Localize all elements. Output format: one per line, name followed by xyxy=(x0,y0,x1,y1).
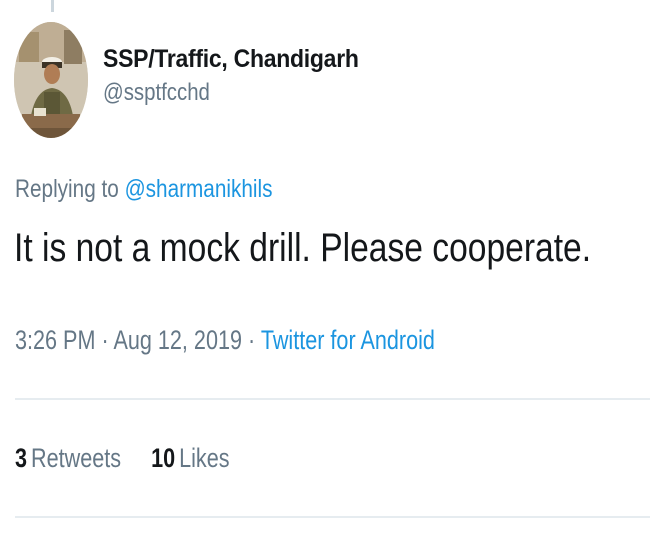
tweet-meta: 3:26 PM · Aug 12, 2019 · Twitter for And… xyxy=(15,322,435,358)
thread-connector-line xyxy=(51,0,54,12)
likes-label: Likes xyxy=(179,443,230,473)
avatar[interactable] xyxy=(14,22,88,138)
meta-separator: · xyxy=(248,325,256,355)
likes-stat[interactable]: 10 Likes xyxy=(151,440,229,476)
retweets-count: 3 xyxy=(15,443,28,473)
tweet-date[interactable]: Aug 12, 2019 xyxy=(113,325,242,355)
replying-to-label: Replying to xyxy=(15,175,119,203)
divider xyxy=(15,398,650,400)
meta-separator: · xyxy=(101,325,109,355)
retweets-label: Retweets xyxy=(31,443,122,473)
tweet-stats: 3 Retweets 10 Likes xyxy=(15,440,254,476)
tweet-text: It is not a mock drill. Please cooperate… xyxy=(14,226,592,270)
reply-mention-link[interactable]: @sharmanikhils xyxy=(125,175,273,203)
tweet-card: SSP/Traffic, Chandigarh @ssptfcchd Reply… xyxy=(0,0,650,540)
display-name[interactable]: SSP/Traffic, Chandigarh xyxy=(103,44,359,74)
tweet-time[interactable]: 3:26 PM xyxy=(15,325,95,355)
tweet-source-link[interactable]: Twitter for Android xyxy=(261,325,435,355)
user-handle[interactable]: @ssptfcchd xyxy=(103,78,339,108)
replying-to: Replying to @sharmanikhils xyxy=(15,172,273,206)
profile-photo-icon xyxy=(14,22,88,138)
divider xyxy=(15,516,650,518)
likes-count: 10 xyxy=(151,443,176,473)
tweet-header: SSP/Traffic, Chandigarh @ssptfcchd xyxy=(103,44,381,108)
retweets-stat[interactable]: 3 Retweets xyxy=(15,440,121,476)
